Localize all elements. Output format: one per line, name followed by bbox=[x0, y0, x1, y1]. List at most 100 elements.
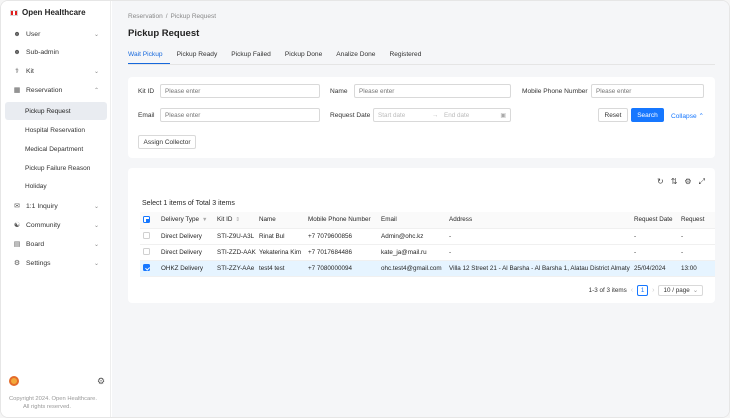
sidebar-item-settings[interactable]: ⚙ Settings ⌄ bbox=[1, 254, 111, 272]
page-title: Pickup Request bbox=[128, 28, 200, 39]
request-date-range[interactable]: Start date → End date ▣ bbox=[373, 108, 511, 122]
sidebar-item-label: Settings bbox=[26, 259, 51, 267]
chevron-up-icon: ⌃ bbox=[698, 113, 705, 120]
sort-icon[interactable]: ⇕ bbox=[235, 217, 240, 223]
tab-pickup-done[interactable]: Pickup Done bbox=[278, 49, 329, 64]
column-header-delivery-type[interactable]: Delivery Type ▼ bbox=[158, 212, 214, 229]
setting-icon[interactable]: ⚙ bbox=[684, 177, 691, 187]
rights-text: All rights reserved. bbox=[23, 404, 72, 410]
sidebar-item-label: 1:1 Inquiry bbox=[26, 202, 58, 210]
kit-id-input[interactable] bbox=[160, 84, 320, 98]
breadcrumb-current: Pickup Request bbox=[170, 13, 217, 20]
sidebar-item-label: User bbox=[26, 30, 41, 38]
sidebar-item-reservation[interactable]: ▦ Reservation ⌃ bbox=[1, 81, 111, 99]
tabs-divider bbox=[128, 64, 715, 65]
reset-button[interactable]: Reset bbox=[598, 108, 628, 122]
chevron-right-icon[interactable]: › bbox=[652, 287, 654, 294]
sidebar-subitem-pickup-failure-reason[interactable]: Pickup Failure Reason bbox=[5, 159, 107, 177]
sidebar-subitem-holiday[interactable]: Holiday bbox=[5, 177, 107, 195]
breadcrumb: Reservation / Pickup Request bbox=[128, 13, 216, 20]
sidebar-subitem-label: Pickup Request bbox=[25, 107, 71, 115]
search-button[interactable]: Search bbox=[631, 108, 664, 122]
request-cell: - bbox=[678, 228, 715, 245]
sidebar-subitem-label: Holiday bbox=[25, 182, 47, 190]
column-header-request-date: Request Date bbox=[631, 212, 678, 229]
request-cell: 13:00 bbox=[678, 260, 715, 277]
app-title: Open Healthcare bbox=[22, 8, 86, 17]
sidebar-subitem-medical-department[interactable]: Medical Department bbox=[5, 140, 107, 158]
fullscreen-icon[interactable]: ⤢ bbox=[699, 177, 705, 187]
chevron-left-icon[interactable]: ‹ bbox=[631, 287, 633, 294]
chevron-down-icon: ⌄ bbox=[93, 203, 99, 210]
sidebar-footer: Copyright 2024. Open Healthcare. All rig… bbox=[9, 395, 97, 411]
tab-analize-done[interactable]: Analize Done bbox=[329, 49, 382, 64]
tab-pickup-ready[interactable]: Pickup Ready bbox=[170, 49, 225, 64]
address-cell: - bbox=[446, 244, 631, 261]
column-header-label: Delivery Type bbox=[161, 216, 200, 224]
chevron-down-icon: ⌄ bbox=[93, 222, 99, 229]
sidebar-item-label: Sub-admin bbox=[26, 48, 59, 56]
collapse-link[interactable]: Collapse ⌃ bbox=[671, 112, 704, 120]
row-checkbox[interactable] bbox=[143, 264, 150, 272]
table-row[interactable]: Direct Delivery STI-ZZD-AAK Yekaterina K… bbox=[140, 244, 715, 261]
row-checkbox[interactable] bbox=[143, 248, 150, 256]
delivery-type-cell: Direct Delivery bbox=[158, 244, 214, 261]
table-toolbar: ↻ ⇅ ⚙ ⤢ bbox=[657, 177, 705, 187]
sidebar-item-sub-admin[interactable]: ☻ Sub-admin bbox=[1, 43, 111, 61]
column-header-name: Name bbox=[256, 212, 305, 229]
pagination: 1-3 of 3 items ‹ 1 › 10 / page ⌄ bbox=[589, 285, 703, 296]
mobile-phone-input[interactable] bbox=[591, 84, 704, 98]
calendar-icon: ▦ bbox=[13, 87, 21, 94]
app-window: Open Healthcare ☻ User ⌄ ☻ Sub-admin ⚕ K… bbox=[0, 0, 730, 418]
tab-pickup-failed[interactable]: Pickup Failed bbox=[224, 49, 278, 64]
email-input[interactable] bbox=[160, 108, 320, 122]
tab-wait-pickup[interactable]: Wait Pickup bbox=[128, 49, 170, 64]
table-row[interactable]: Direct Delivery STI-Z9U-A3L Rinat Bul +7… bbox=[140, 228, 715, 245]
chevron-down-icon: ⌄ bbox=[93, 31, 99, 38]
sidebar-item-community[interactable]: ☯ Community ⌄ bbox=[1, 216, 111, 234]
name-cell: Yekaterina Kim bbox=[256, 244, 305, 261]
sidebar-item-inquiry[interactable]: ✉ 1:1 Inquiry ⌄ bbox=[1, 197, 111, 215]
sidebar-item-label: Kit bbox=[26, 67, 34, 75]
page-size-select[interactable]: 10 / page ⌄ bbox=[658, 285, 703, 296]
name-cell: Rinat Bul bbox=[256, 228, 305, 245]
request-date-cell: 25/04/2024 bbox=[631, 260, 678, 277]
column-height-icon[interactable]: ⇅ bbox=[671, 177, 678, 187]
sidebar-item-label: Reservation bbox=[26, 86, 63, 94]
page-number-button[interactable]: 1 bbox=[637, 285, 649, 296]
breadcrumb-parent[interactable]: Reservation bbox=[128, 13, 163, 20]
sidebar-item-board[interactable]: ▤ Board ⌄ bbox=[1, 235, 111, 253]
end-date-input[interactable]: End date bbox=[444, 112, 500, 119]
mobile-phone-label: Mobile Phone Number bbox=[522, 88, 588, 95]
app-logo[interactable]: Open Healthcare bbox=[10, 8, 86, 17]
column-header-kit-id[interactable]: Kit ID ⇕ bbox=[214, 212, 256, 229]
table-row[interactable]: OHKZ Delivery STI-ZZY-AAe test4 test +7 … bbox=[140, 260, 715, 277]
column-header-request: Request bbox=[678, 212, 715, 229]
settings-icon: ⚙ bbox=[13, 260, 21, 267]
assign-collector-button[interactable]: Assign Collector bbox=[138, 135, 196, 149]
chevron-down-icon: ⌄ bbox=[692, 287, 698, 294]
phone-cell: +7 7017684486 bbox=[305, 244, 378, 261]
kit-id-cell: STI-Z9U-A3L bbox=[214, 228, 256, 245]
filter-icon[interactable]: ▼ bbox=[202, 217, 207, 223]
request-date-cell: - bbox=[631, 228, 678, 245]
column-header-address: Address bbox=[446, 212, 631, 229]
sidebar-item-user[interactable]: ☻ User ⌄ bbox=[1, 25, 111, 43]
name-input[interactable] bbox=[354, 84, 511, 98]
row-checkbox[interactable] bbox=[143, 232, 150, 240]
main-content: Reservation / Pickup Request Pickup Reques… bbox=[112, 1, 729, 417]
collapse-label: Collapse bbox=[671, 113, 697, 120]
start-date-input[interactable]: Start date bbox=[378, 112, 432, 119]
request-date-label: Request Date bbox=[330, 112, 371, 119]
sidebar-subitem-pickup-request[interactable]: Pickup Request bbox=[5, 102, 107, 120]
pagination-summary: 1-3 of 3 items bbox=[588, 287, 627, 294]
select-all-checkbox[interactable] bbox=[143, 216, 150, 224]
kit-id-cell: STI-ZZY-AAe bbox=[214, 260, 256, 277]
reload-icon[interactable]: ↻ bbox=[657, 177, 664, 187]
tab-registered[interactable]: Registered bbox=[382, 49, 428, 64]
email-label: Email bbox=[138, 112, 155, 119]
avatar[interactable] bbox=[9, 376, 19, 386]
sidebar-item-kit[interactable]: ⚕ Kit ⌄ bbox=[1, 62, 111, 80]
gear-icon[interactable]: ⚙ bbox=[97, 376, 105, 387]
sidebar-subitem-hospital-reservation[interactable]: Hospital Reservation bbox=[5, 121, 107, 139]
